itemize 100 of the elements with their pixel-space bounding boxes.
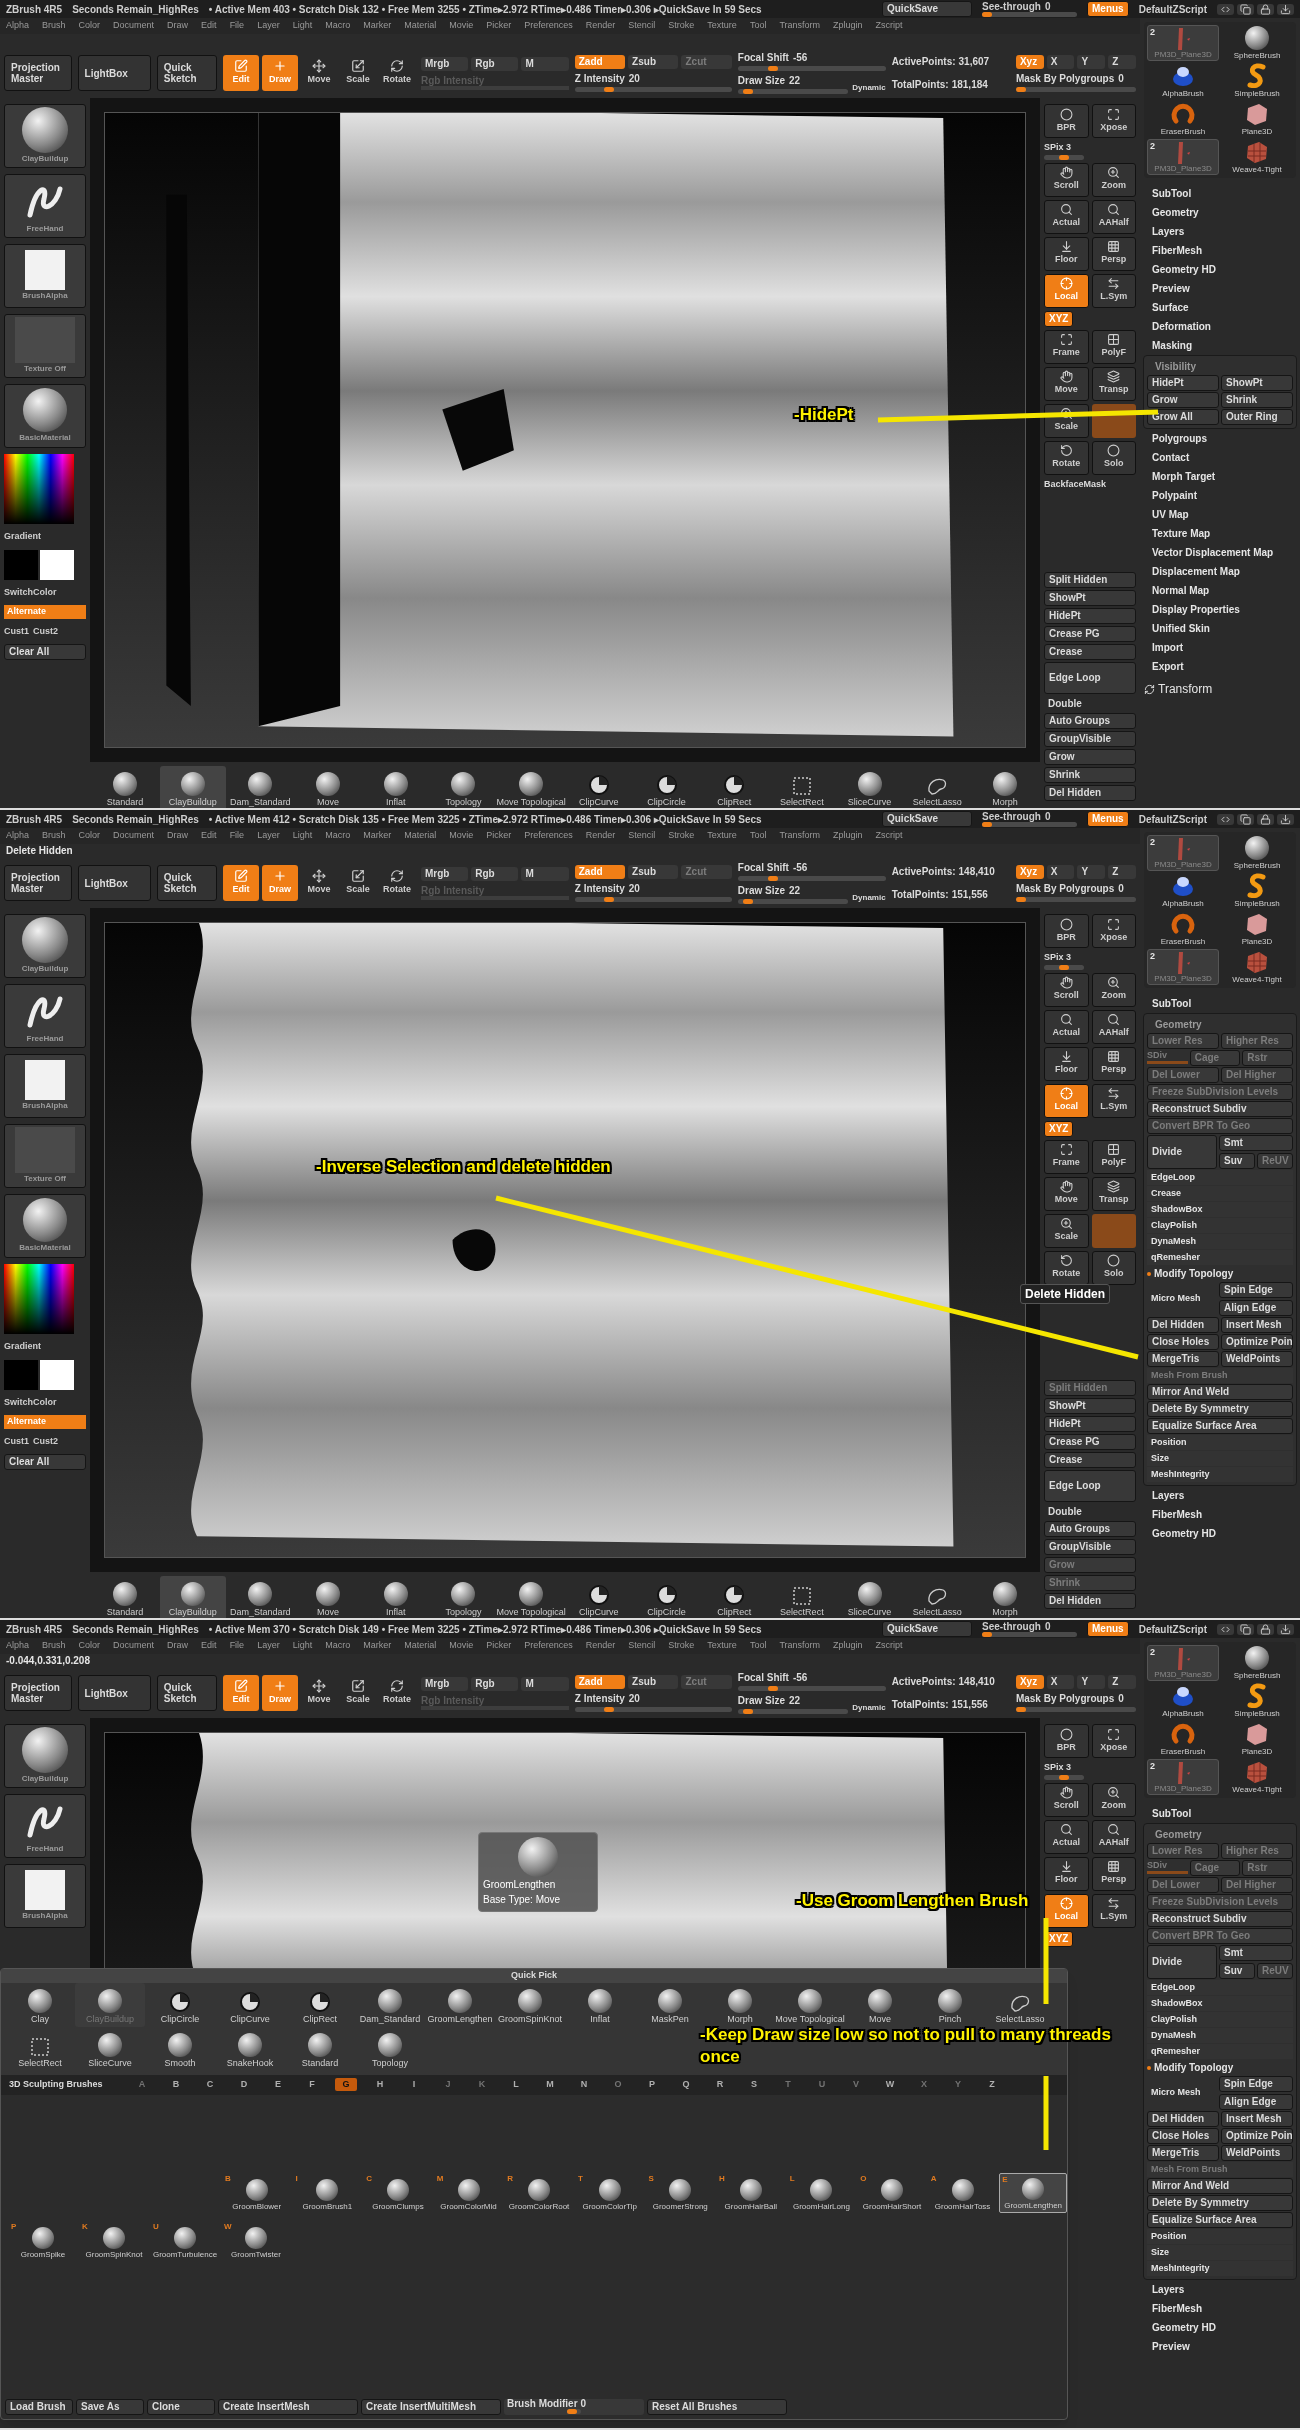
- palette-button[interactable]: Del Hidden: [1147, 1317, 1219, 1333]
- menu-item[interactable]: Picker: [486, 19, 512, 33]
- slider-track[interactable]: [982, 1632, 1077, 1637]
- palette-menu-item[interactable]: Morph Target: [1140, 467, 1300, 486]
- palette-button[interactable]: WeldPoints: [1221, 1351, 1293, 1367]
- palette-menu-item[interactable]: SubTool: [1140, 184, 1300, 203]
- group-title[interactable]: Visibility: [1147, 359, 1293, 374]
- mode-button[interactable]: Rotate: [378, 1675, 415, 1711]
- menu-item[interactable]: Zscript: [875, 19, 903, 33]
- slider-track[interactable]: [1015, 1706, 1136, 1712]
- palette-menu-item[interactable]: Preview: [1140, 279, 1300, 298]
- menu-item[interactable]: Macro: [325, 829, 351, 843]
- command-button[interactable]: HidePt: [1044, 1415, 1136, 1432]
- tool-thumbnail[interactable]: Plane3D: [1221, 911, 1293, 947]
- menu-item[interactable]: Picker: [486, 829, 512, 843]
- shelf-button[interactable]: AAHalf: [1091, 1009, 1136, 1044]
- shelf-button[interactable]: Floor: [1044, 1046, 1089, 1081]
- shelf-button[interactable]: L.Sym: [1091, 273, 1136, 308]
- palette-button[interactable]: Insert Mesh: [1221, 1317, 1293, 1333]
- menu-item[interactable]: Layer: [257, 1639, 280, 1653]
- shelf-button[interactable]: BPR: [1044, 1724, 1089, 1758]
- shelf-button[interactable]: Solo: [1091, 1250, 1136, 1285]
- groom-brush-item[interactable]: U GroomTurbulence: [151, 2220, 219, 2261]
- menu-item[interactable]: Stroke: [668, 829, 695, 843]
- palette-button[interactable]: Close Holes: [1147, 1334, 1219, 1350]
- brush-shelf-item[interactable]: SelectLasso: [904, 765, 971, 808]
- brush-shelf-item[interactable]: Dam_Standard: [227, 1575, 294, 1618]
- menu-item[interactable]: Brush: [42, 1639, 66, 1653]
- command-button[interactable]: Crease PG: [1044, 1433, 1136, 1450]
- shelf-button[interactable]: Transp: [1091, 366, 1136, 401]
- tool-thumbnail[interactable]: SphereBrush: [1221, 1645, 1293, 1681]
- pivot-tile[interactable]: [1091, 1213, 1136, 1248]
- subgroup-title[interactable]: Modify Topology: [1154, 1266, 1234, 1281]
- menu-item[interactable]: Alpha: [6, 1639, 30, 1653]
- slider-track[interactable]: [737, 899, 849, 904]
- brush-action-button[interactable]: Clone: [147, 2399, 215, 2415]
- color-mode-button[interactable]: M: [521, 1676, 569, 1691]
- letter-tab[interactable]: C: [199, 2077, 221, 2092]
- brush-shelf-item[interactable]: ClipCurve: [565, 1575, 632, 1618]
- menu-item[interactable]: Light: [292, 1639, 313, 1653]
- menu-item[interactable]: Edit: [201, 1639, 217, 1653]
- letter-tab[interactable]: B: [165, 2077, 187, 2092]
- palette-button[interactable]: Mirror And Weld: [1147, 1384, 1293, 1400]
- lock-icon[interactable]: [1257, 1623, 1274, 1635]
- reset-brushes-button[interactable]: Reset All Brushes: [647, 2399, 787, 2415]
- tool-thumbnail[interactable]: Weave4-Tight: [1221, 949, 1293, 985]
- palette-menu-item[interactable]: SubTool: [1140, 1804, 1300, 1823]
- command-button[interactable]: HidePt: [1044, 608, 1136, 624]
- menu-item[interactable]: Material: [404, 829, 437, 843]
- shelf-button[interactable]: Scroll: [1044, 1782, 1089, 1817]
- command-button[interactable]: Del Hidden: [1044, 785, 1136, 801]
- groom-brush-item[interactable]: B GroomBlower: [223, 2172, 291, 2213]
- menu-item[interactable]: Color: [78, 829, 101, 843]
- groom-brush-item[interactable]: H GroomHairBall: [717, 2172, 785, 2213]
- palette-menu-item[interactable]: FiberMesh: [1140, 241, 1300, 260]
- shelf-slot[interactable]: FreeHand: [4, 984, 86, 1048]
- menu-item[interactable]: Edit: [201, 19, 217, 33]
- brush-shelf-item[interactable]: SelectRect: [768, 1575, 835, 1618]
- lock-icon[interactable]: [1257, 813, 1274, 825]
- brush-shelf-item[interactable]: Standard: [92, 1575, 158, 1618]
- brush-shelf-item[interactable]: Morph: [971, 765, 1038, 808]
- quicksave-button[interactable]: QuickSave: [882, 811, 972, 827]
- palette-subitem[interactable]: Size: [1147, 1451, 1293, 1466]
- palette-menu-item[interactable]: Geometry HD: [1140, 260, 1300, 279]
- tool-thumbnail[interactable]: 2 PM3D_Plane3D: [1147, 139, 1219, 175]
- brush-action-button[interactable]: Save As: [76, 2399, 144, 2415]
- letter-tab[interactable]: Q: [675, 2077, 697, 2092]
- groom-brush-item[interactable]: M GroomColorMid: [434, 2172, 503, 2213]
- shelf-slot[interactable]: FreeHand: [4, 1794, 86, 1858]
- brush-picker-item[interactable]: GroomLengthen: [425, 1982, 495, 2027]
- slider-thumb[interactable]: [982, 1632, 992, 1637]
- brush-shelf-item[interactable]: Move Topological: [498, 1575, 565, 1618]
- slider-track[interactable]: [1044, 964, 1084, 970]
- letter-tab[interactable]: I: [403, 2077, 425, 2092]
- slider-track[interactable]: [737, 876, 886, 881]
- palette-button[interactable]: Suv: [1219, 1963, 1255, 1979]
- mode-button[interactable]: Move: [300, 865, 337, 901]
- groom-brush-item[interactable]: I GroomBrush1: [293, 2172, 362, 2213]
- brush-shelf-item[interactable]: ClayBuildup: [159, 765, 226, 808]
- palette-subitem[interactable]: ShadowBox: [1147, 1202, 1293, 1217]
- palette-menu-item[interactable]: Geometry: [1140, 203, 1300, 222]
- palette-menu-item[interactable]: Import: [1140, 638, 1300, 657]
- color-mode-button[interactable]: Mrgb: [420, 866, 469, 881]
- palette-button[interactable]: Spin Edge: [1219, 2076, 1293, 2092]
- brush-picker-item[interactable]: Clay: [5, 1982, 75, 2027]
- slider-track[interactable]: [737, 1709, 849, 1714]
- letter-tab[interactable]: F: [301, 2077, 323, 2092]
- menu-item[interactable]: Texture: [707, 829, 737, 843]
- custom-color-button[interactable]: Cust2: [33, 624, 59, 638]
- menu-item[interactable]: Color: [78, 1639, 101, 1653]
- shelf-button[interactable]: L.Sym: [1091, 1083, 1136, 1118]
- menu-item[interactable]: File: [229, 1639, 245, 1653]
- command-button[interactable]: GroupVisible: [1044, 731, 1136, 747]
- menu-item[interactable]: Stencil: [628, 1639, 656, 1653]
- secondary-color-swatch[interactable]: [40, 1359, 74, 1390]
- menu-item[interactable]: Tool: [749, 829, 767, 843]
- menu-item[interactable]: Movie: [449, 1639, 474, 1653]
- color-mode-button[interactable]: M: [521, 866, 569, 881]
- tool-thumbnail[interactable]: SimpleBrush: [1221, 873, 1293, 909]
- brush-shelf-item[interactable]: Move: [295, 1575, 362, 1618]
